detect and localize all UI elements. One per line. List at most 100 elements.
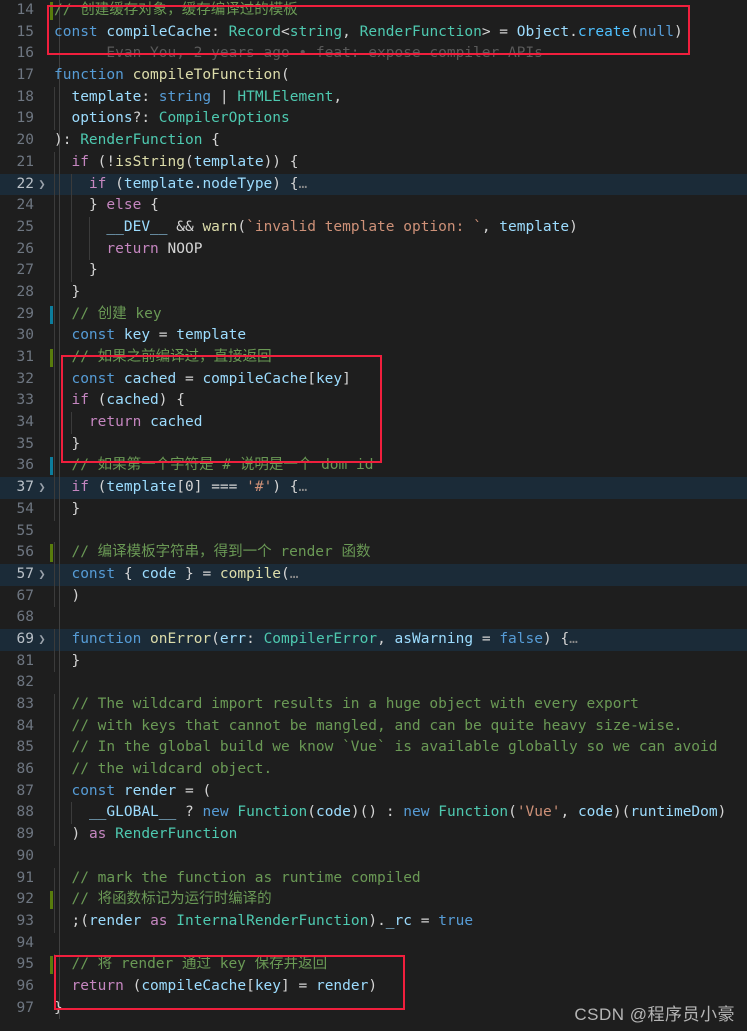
code-line-26[interactable]: 26 return NOOP <box>0 238 747 261</box>
code-line-22[interactable]: 22 ❯ if (template.nodeType) {… <box>0 173 747 196</box>
code-text-54[interactable]: } <box>54 499 80 521</box>
code-line-68[interactable]: 68 <box>0 607 747 629</box>
code-text-30[interactable]: const key = template <box>54 325 246 347</box>
code-line-24[interactable]: 24 } else { <box>0 195 747 217</box>
code-text-27[interactable]: } <box>54 260 98 282</box>
code-line-85[interactable]: 85 // In the global build we know `Vue` … <box>0 737 747 760</box>
code-text-57[interactable]: const { code } = compile(… <box>54 564 298 586</box>
gutter-change-marker-green[interactable] <box>50 544 53 563</box>
code-text-36[interactable]: // 如果第一个字符是 # 说明是一个 dom id <box>54 455 373 477</box>
code-text-22[interactable]: if (template.nodeType) {… <box>54 174 307 196</box>
code-text-15[interactable]: const compileCache: Record<string, Rende… <box>54 22 683 44</box>
git-blame-annotation[interactable]: Evan You, 2 years ago • feat: expose com… <box>54 43 543 65</box>
gutter-change-marker-green[interactable] <box>50 2 53 20</box>
code-line-84[interactable]: 84 // with keys that cannot be mangled, … <box>0 715 747 738</box>
code-text-33[interactable]: if (cached) { <box>54 390 185 412</box>
code-line-32[interactable]: 32 const cached = compileCache[key] <box>0 368 747 391</box>
code-editor[interactable]: 14 // 创建缓存对象，缓存编译过的模板 15 const compileCache… <box>0 0 747 1031</box>
code-line-34[interactable]: 34 return cached <box>0 412 747 434</box>
code-line-90[interactable]: 90 <box>0 845 747 868</box>
code-text-21[interactable]: if (!isString(template)) { <box>54 152 298 174</box>
code-line-33[interactable]: 33 if (cached) { <box>0 390 747 413</box>
gutter-change-marker-green[interactable] <box>50 956 53 975</box>
code-text-69[interactable]: function onError(err: CompilerError, asW… <box>54 629 577 651</box>
code-text-25[interactable]: __DEV__ && warn(`invalid template option… <box>54 217 577 239</box>
code-text-95[interactable]: // 将 render 通过 key 保存并返回 <box>54 954 327 976</box>
code-text-24[interactable]: } else { <box>54 195 159 217</box>
code-text-31[interactable]: // 如果之前编译过，直接返回 <box>54 347 271 369</box>
code-line-67[interactable]: 67 ) <box>0 585 747 608</box>
code-line-30[interactable]: 30 const key = template <box>0 325 747 347</box>
code-text-85[interactable]: // In the global build we know `Vue` is … <box>54 737 717 759</box>
code-text-88[interactable]: __GLOBAL__ ? new Function(code)() : new … <box>54 802 726 824</box>
gutter-change-marker-green[interactable] <box>50 349 53 367</box>
code-text-34[interactable]: return cached <box>54 412 203 434</box>
code-text-81[interactable]: } <box>54 651 80 673</box>
code-line-14[interactable]: 14 // 创建缓存对象，缓存编译过的模板 <box>0 0 747 22</box>
code-line-55[interactable]: 55 <box>0 520 747 543</box>
code-line-31[interactable]: 31 // 如果之前编译过，直接返回 <box>0 347 747 369</box>
chevron-right-icon[interactable]: ❯ <box>36 629 48 651</box>
code-text-17[interactable]: function compileToFunction( <box>54 65 290 87</box>
code-text-97[interactable]: } <box>54 998 63 1020</box>
code-line-89[interactable]: 89 ) as RenderFunction <box>0 824 747 846</box>
code-text-83[interactable]: // The wildcard import results in a huge… <box>54 694 638 716</box>
code-line-25[interactable]: 25 __DEV__ && warn(`invalid template opt… <box>0 216 747 239</box>
code-line-37[interactable]: 37 ❯ if (template[0] === '#') {… <box>0 477 747 499</box>
code-line-27[interactable]: 27 } <box>0 260 747 282</box>
code-line-56[interactable]: 56 // 编译模板字符串，得到一个 render 函数 <box>0 542 747 564</box>
code-line-19[interactable]: 19 options?: CompilerOptions <box>0 108 747 131</box>
chevron-right-icon[interactable]: ❯ <box>36 174 48 196</box>
code-line-69[interactable]: 69 ❯ function onError(err: CompilerError,… <box>0 628 747 651</box>
code-line-16[interactable]: 16 Evan You, 2 years ago • feat: expose … <box>0 43 747 66</box>
chevron-right-icon[interactable]: ❯ <box>36 477 48 499</box>
code-line-35[interactable]: 35 } <box>0 433 747 456</box>
code-line-36[interactable]: 36 // 如果第一个字符是 # 说明是一个 dom id <box>0 455 747 478</box>
code-text-19[interactable]: options?: CompilerOptions <box>54 108 289 130</box>
code-text-37[interactable]: if (template[0] === '#') {… <box>54 477 307 499</box>
gutter-change-marker-blue[interactable] <box>50 305 53 324</box>
code-line-95[interactable]: 95 // 将 render 通过 key 保存并返回 <box>0 954 747 976</box>
code-line-86[interactable]: 86 // the wildcard object. <box>0 759 747 781</box>
code-line-82[interactable]: 82 <box>0 672 747 694</box>
code-line-92[interactable]: 92 // 将函数标记为运行时编译的 <box>0 889 747 911</box>
code-text-18[interactable]: template: string | HTMLElement, <box>54 87 342 109</box>
code-text-84[interactable]: // with keys that cannot be mangled, and… <box>54 716 682 738</box>
code-line-21[interactable]: 21 if (!isString(template)) { <box>0 151 747 174</box>
code-line-20[interactable]: 20): RenderFunction { <box>0 130 747 152</box>
code-line-17[interactable]: 17 function compileToFunction( <box>0 65 747 87</box>
code-text-93[interactable]: ;(render as InternalRenderFunction)._rc … <box>54 911 473 933</box>
code-line-57[interactable]: 57 ❯ const { code } = compile(… <box>0 563 747 586</box>
code-text-29[interactable]: // 创建 key <box>54 304 161 326</box>
code-line-29[interactable]: 29 // 创建 key <box>0 303 747 326</box>
code-text-86[interactable]: // the wildcard object. <box>54 759 272 781</box>
code-text-67[interactable]: ) <box>54 586 80 608</box>
code-line-81[interactable]: 81 } <box>0 650 747 673</box>
code-line-15[interactable]: 15 const compileCache: Record<string, Ren… <box>0 21 747 44</box>
code-line-88[interactable]: 88 __GLOBAL__ ? new Function(code)() : n… <box>0 802 747 825</box>
gutter-change-marker-blue[interactable] <box>50 457 53 476</box>
code-line-54[interactable]: 54 } <box>0 498 747 521</box>
code-text-96[interactable]: return (compileCache[key] = render) <box>54 976 377 998</box>
code-text-91[interactable]: // mark the function as runtime compiled <box>54 868 420 890</box>
code-line-93[interactable]: 93 ;(render as InternalRenderFunction)._… <box>0 910 747 933</box>
chevron-right-icon[interactable]: ❯ <box>36 564 48 586</box>
code-text-87[interactable]: const render = ( <box>54 781 211 803</box>
code-text-14[interactable]: // 创建缓存对象，缓存编译过的模板 <box>54 0 298 22</box>
code-line-28[interactable]: 28 } <box>0 281 747 304</box>
code-text-56[interactable]: // 编译模板字符串，得到一个 render 函数 <box>54 542 370 564</box>
code-text-28[interactable]: } <box>54 282 80 304</box>
code-text-32[interactable]: const cached = compileCache[key] <box>54 369 350 391</box>
gutter-change-marker-green[interactable] <box>50 891 53 910</box>
code-line-96[interactable]: 96 return (compileCache[key] = render) <box>0 975 747 998</box>
code-text-26[interactable]: return NOOP <box>54 239 202 261</box>
code-text-35[interactable]: } <box>54 434 80 456</box>
code-lines[interactable]: 14 // 创建缓存对象，缓存编译过的模板 15 const compileCache… <box>0 0 747 1020</box>
code-text-20[interactable]: ): RenderFunction { <box>54 130 220 152</box>
code-text-92[interactable]: // 将函数标记为运行时编译的 <box>54 889 271 911</box>
code-line-94[interactable]: 94 <box>0 932 747 955</box>
code-text-89[interactable]: ) as RenderFunction <box>54 824 237 846</box>
code-line-83[interactable]: 83 // The wildcard import results in a h… <box>0 694 747 716</box>
code-line-91[interactable]: 91 // mark the function as runtime compi… <box>0 867 747 890</box>
code-line-87[interactable]: 87 const render = ( <box>0 780 747 803</box>
